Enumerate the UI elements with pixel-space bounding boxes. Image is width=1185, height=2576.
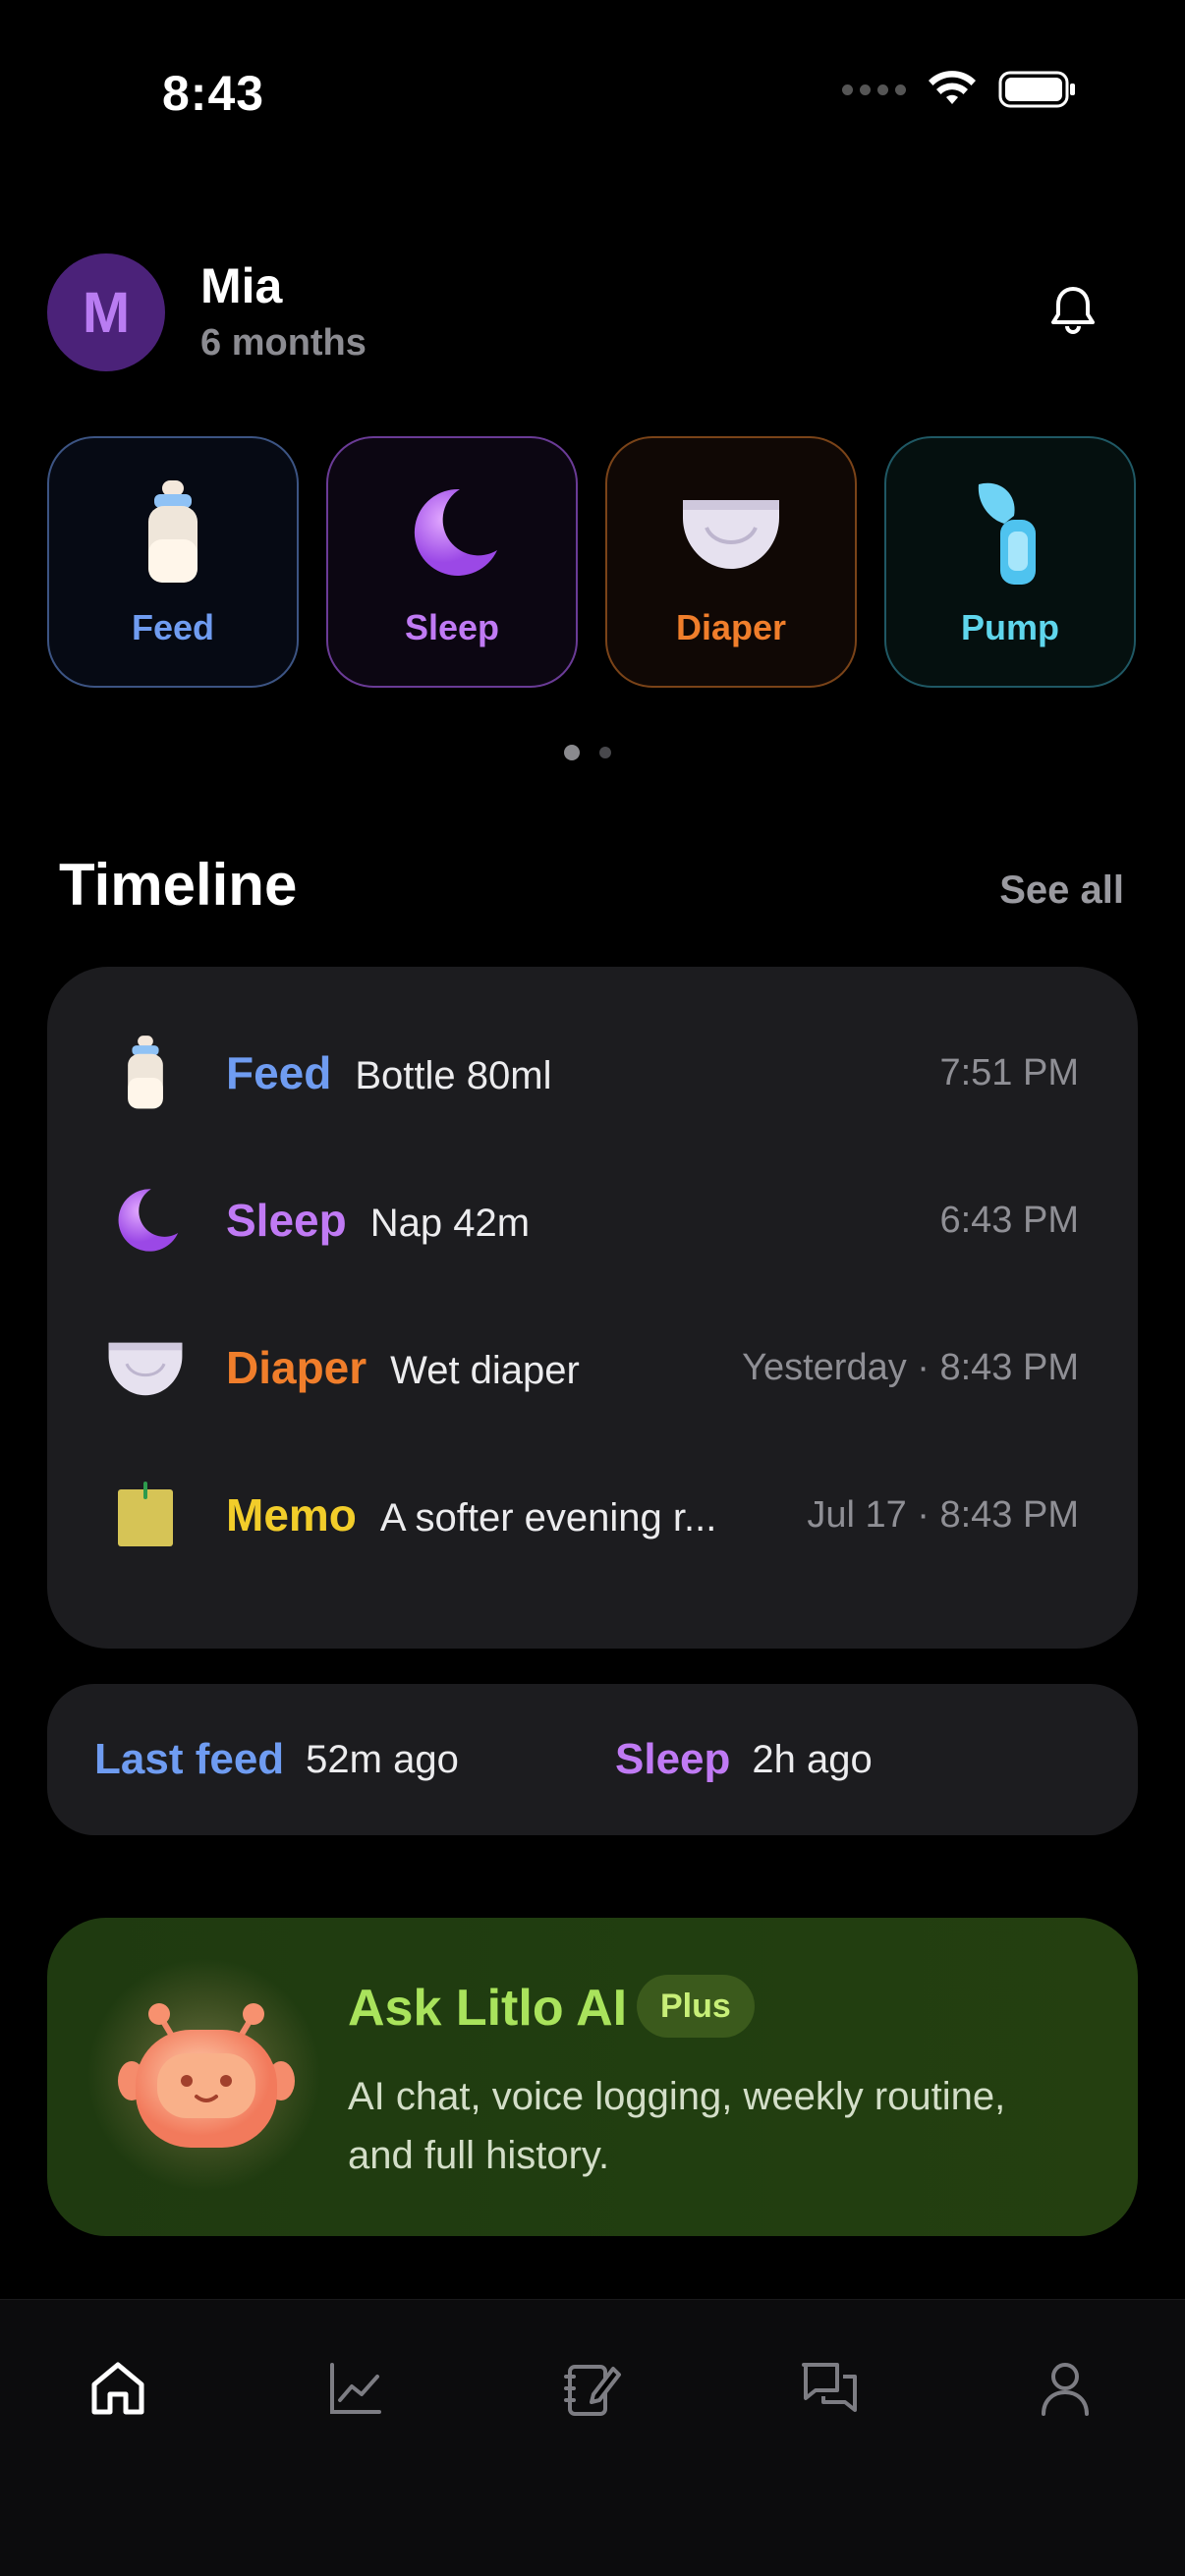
tab-profile[interactable]: [1030, 2353, 1100, 2424]
home-icon: [91, 2362, 144, 2415]
timeline-entry-diaper[interactable]: Diaper Wet diaper Yesterday · 8:43 PM: [47, 1318, 1138, 1417]
timeline-title: Timeline: [59, 852, 298, 918]
home-screen: 8:43 M Mia 6 months Feed Sleep Diaper Pu…: [0, 0, 1185, 2576]
tab-chat[interactable]: [794, 2353, 865, 2424]
entry-time: 6:43 PM: [939, 1199, 1079, 1241]
chat-icon: [802, 2363, 857, 2412]
child-avatar[interactable]: M: [47, 253, 165, 371]
page-indicator[interactable]: [564, 745, 611, 760]
bottle-icon: [104, 1032, 187, 1114]
entry-detail: Nap 42m: [369, 1202, 531, 1245]
see-all-link[interactable]: See all: [999, 868, 1124, 913]
battery-icon: [998, 71, 1075, 108]
status-time: 8:43: [162, 66, 265, 121]
page-dot-active: [564, 745, 580, 760]
recent-summary[interactable]: Last feed 52m ago Sleep 2h ago: [47, 1684, 1138, 1835]
plus-badge: Plus: [637, 1975, 755, 2038]
tab-home[interactable]: [83, 2353, 153, 2424]
sleep-action-label: Sleep: [404, 607, 500, 647]
breast-pump-icon: [951, 474, 1069, 591]
feed-action-button[interactable]: Feed: [47, 436, 299, 688]
entry-type: Diaper: [226, 1342, 367, 1393]
entry-time: 7:51 PM: [939, 1051, 1079, 1093]
entry-time: Yesterday · 8:43 PM: [742, 1346, 1079, 1388]
diaper-action-button[interactable]: Diaper: [605, 436, 857, 688]
notebook-edit-icon: [564, 2365, 621, 2416]
moon-icon: [104, 1179, 187, 1261]
sleep-label: Sleep: [615, 1735, 731, 1783]
last-sleep-summary: Sleep 2h ago: [615, 1684, 873, 1835]
bottle-icon: [114, 474, 232, 591]
diaper-action-label: Diaper: [675, 607, 787, 647]
moon-icon: [393, 474, 511, 591]
pump-action-label: Pump: [960, 607, 1059, 647]
cellular-signal-icon: [842, 84, 906, 95]
entry-detail: Wet diaper: [390, 1349, 580, 1392]
robot-mascot-icon: [118, 2003, 295, 2148]
pump-action-button[interactable]: Pump: [884, 436, 1136, 688]
entry-type: Feed: [226, 1047, 332, 1098]
status-indicators: [842, 71, 1077, 108]
ask-ai-card[interactable]: Ask Litlo AI Plus AI chat, voice logging…: [47, 1918, 1138, 2236]
entry-time: Jul 17 · 8:43 PM: [807, 1493, 1079, 1536]
entry-type: Sleep: [226, 1195, 347, 1246]
entry-detail: A softer evening r...: [379, 1496, 717, 1540]
sleep-value: 2h ago: [752, 1737, 873, 1781]
quick-actions: Feed Sleep Diaper Pump: [47, 436, 1138, 688]
diaper-icon: [672, 474, 790, 591]
bottom-tab-bar: [0, 2299, 1185, 2576]
timeline-entry-memo[interactable]: Memo A softer evening r... Jul 17 · 8:43…: [47, 1466, 1138, 1564]
wifi-icon: [929, 71, 976, 104]
last-feed-value: 52m ago: [306, 1737, 459, 1781]
ai-description: AI chat, voice logging, weekly routine, …: [348, 2075, 1006, 2177]
feed-action-label: Feed: [131, 607, 215, 647]
ai-title: Ask Litlo AI: [348, 1980, 628, 2037]
tab-stats[interactable]: [320, 2353, 391, 2424]
child-name[interactable]: Mia: [200, 257, 282, 314]
child-age: 6 months: [200, 322, 367, 364]
diaper-icon: [104, 1326, 187, 1409]
timeline-entry-sleep[interactable]: Sleep Nap 42m 6:43 PM: [47, 1171, 1138, 1269]
last-feed-summary: Last feed 52m ago: [94, 1684, 459, 1835]
timeline-card: Feed Bottle 80ml 7:51 PM Sleep Nap 42m 6…: [47, 967, 1138, 1649]
chart-icon: [330, 2363, 381, 2414]
notification-bell-icon[interactable]: [1044, 281, 1102, 340]
profile-icon: [1042, 2363, 1089, 2416]
page-dot: [599, 747, 611, 758]
entry-type: Memo: [226, 1489, 357, 1540]
last-feed-label: Last feed: [94, 1735, 285, 1783]
entry-detail: Bottle 80ml: [355, 1054, 552, 1097]
timeline-entry-feed[interactable]: Feed Bottle 80ml 7:51 PM: [47, 1024, 1138, 1122]
sleep-action-button[interactable]: Sleep: [326, 436, 578, 688]
memo-note-icon: [104, 1474, 187, 1556]
tab-journal[interactable]: [556, 2353, 627, 2424]
